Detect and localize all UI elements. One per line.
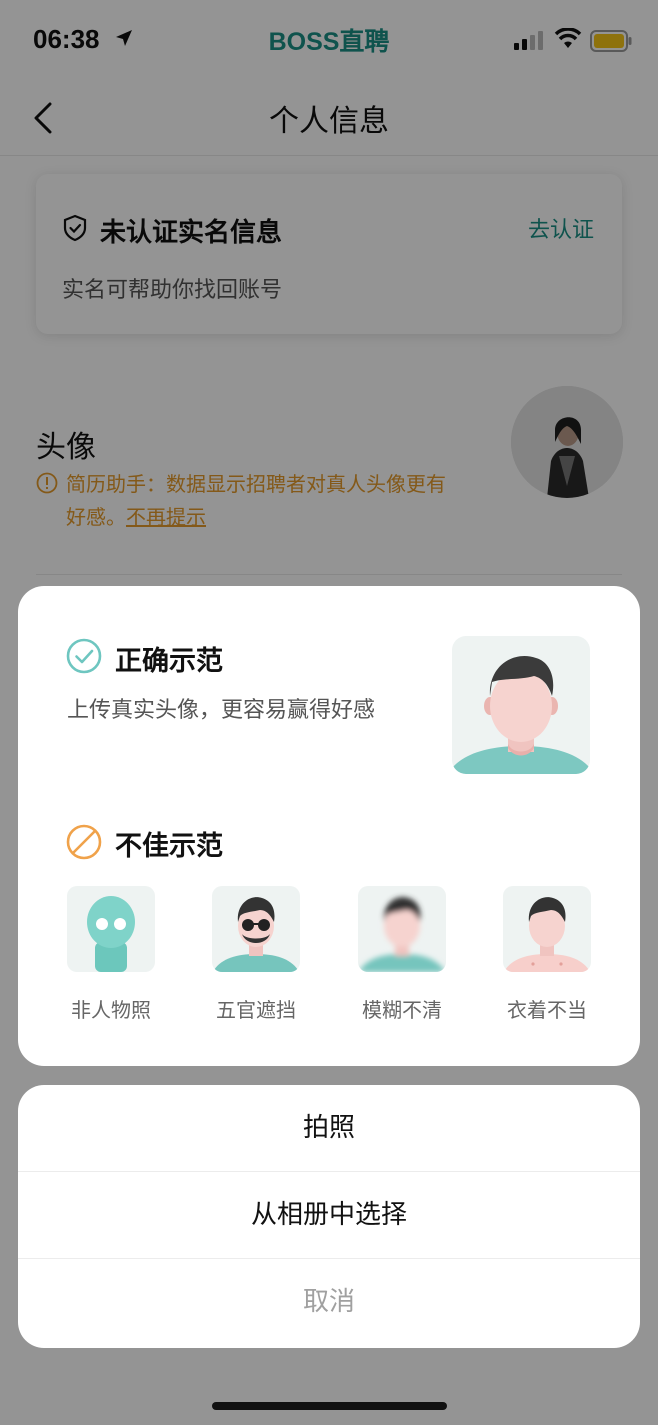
bad-example-label: 非人物照 bbox=[71, 998, 151, 1022]
person-icon bbox=[452, 655, 590, 774]
bad-example-image bbox=[67, 886, 155, 972]
bad-example-image bbox=[212, 886, 300, 972]
bad-example-non-person: 非人物照 bbox=[67, 886, 155, 1023]
forbidden-icon bbox=[66, 824, 102, 860]
photo-action-sheet: 拍照 从相册中选择 取消 bbox=[18, 1085, 640, 1348]
bad-example-label: 模糊不清 bbox=[362, 998, 442, 1022]
home-indicator[interactable] bbox=[212, 1402, 447, 1410]
check-circle-icon bbox=[66, 638, 102, 674]
good-example-title: 正确示范 bbox=[115, 646, 223, 677]
avatar-example-sheet: 正确示范 上传真实头像，更容易赢得好感 不佳示范 非人物照 五官遮挡 模糊不清 … bbox=[18, 586, 640, 1066]
good-example-image bbox=[452, 636, 590, 774]
bad-example-image bbox=[503, 886, 591, 972]
bad-example-covered-face: 五官遮挡 bbox=[212, 886, 300, 1023]
take-photo-button[interactable]: 拍照 bbox=[18, 1085, 640, 1172]
alien-icon bbox=[87, 896, 135, 972]
bad-example-title: 不佳示范 bbox=[115, 831, 223, 862]
choose-from-album-button[interactable]: 从相册中选择 bbox=[18, 1172, 640, 1259]
sunglasses-person-icon bbox=[214, 897, 298, 972]
cancel-button[interactable]: 取消 bbox=[18, 1259, 640, 1346]
bad-example-blurry: 模糊不清 bbox=[358, 886, 446, 1023]
blurry-person-icon bbox=[360, 897, 444, 972]
good-example-subtitle: 上传真实头像，更容易赢得好感 bbox=[67, 698, 376, 723]
bad-example-label: 五官遮挡 bbox=[216, 998, 296, 1022]
bad-example-improper-attire: 衣着不当 bbox=[503, 886, 591, 1023]
shirtless-person-icon bbox=[505, 897, 589, 972]
bad-example-image bbox=[358, 886, 446, 972]
bad-example-label: 衣着不当 bbox=[507, 998, 587, 1022]
